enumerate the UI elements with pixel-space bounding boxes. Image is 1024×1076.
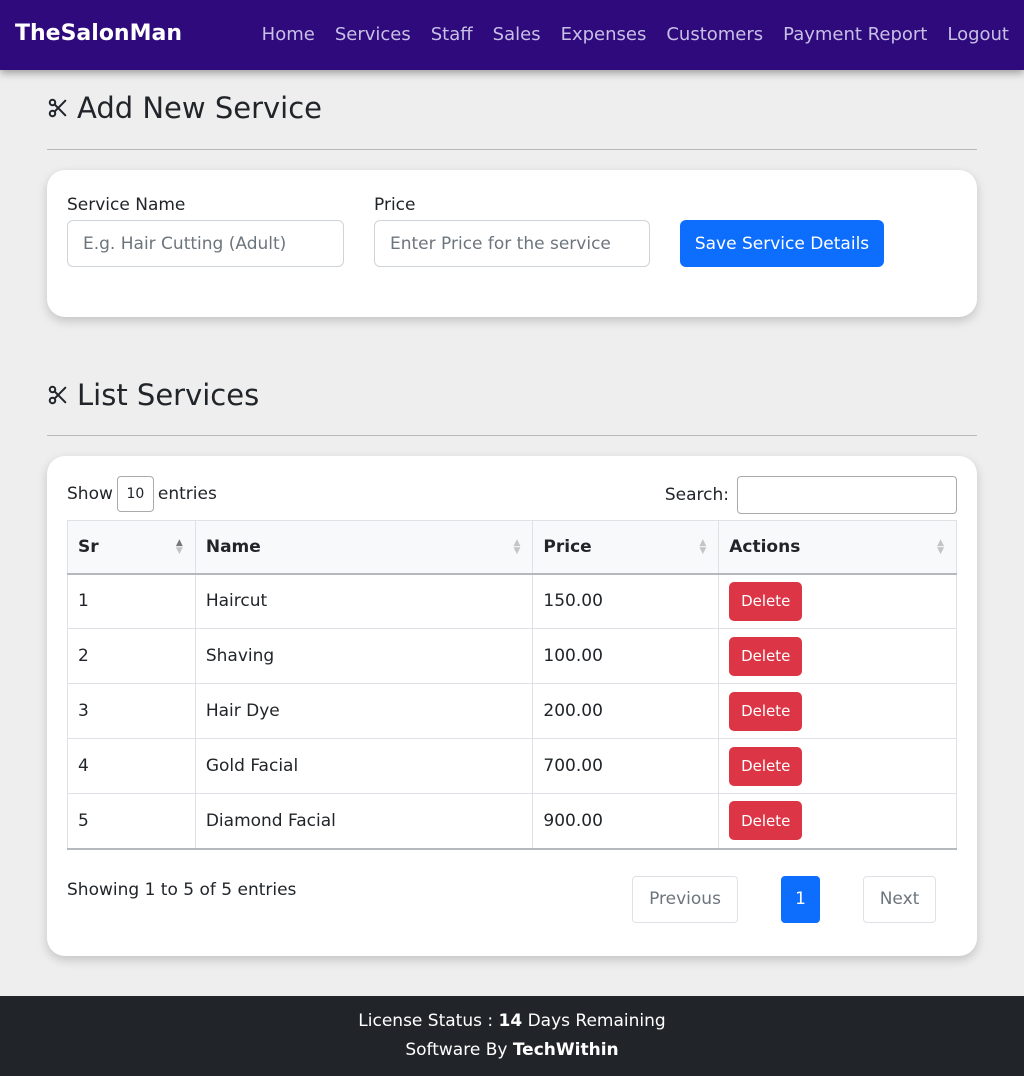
cell-price: 700.00 <box>532 738 720 794</box>
nav-services[interactable]: Services <box>335 22 411 48</box>
add-service-title-text: Add New Service <box>77 91 323 125</box>
show-label: Show <box>67 484 113 504</box>
price-input[interactable] <box>374 220 650 267</box>
cell-actions: Delete <box>718 628 957 684</box>
section-divider <box>47 149 977 150</box>
nav-staff[interactable]: Staff <box>431 22 473 48</box>
table-info: Showing 1 to 5 of 5 entries <box>67 880 297 900</box>
top-navbar: TheSalonMan Home Services Staff Sales Expens… <box>0 0 1024 70</box>
column-header-sr[interactable]: Sr ▲ ▼ <box>67 520 196 575</box>
cell-name: Shaving <box>194 628 534 684</box>
pagination-page-1[interactable]: 1 <box>781 876 820 923</box>
column-header-price[interactable]: Price ▲ ▼ <box>532 520 720 575</box>
cell-name: Gold Facial <box>194 738 534 794</box>
delete-button[interactable]: Delete <box>729 801 803 841</box>
table-row: 1 Haircut 150.00 Delete <box>67 573 957 629</box>
nav-home[interactable]: Home <box>262 22 315 48</box>
license-status: License Status : 14 Days Remaining <box>358 1011 666 1031</box>
pagination-next[interactable]: Next <box>863 876 936 923</box>
delete-button[interactable]: Delete <box>729 746 803 786</box>
nav-expenses[interactable]: Expenses <box>561 22 647 48</box>
column-header-actions[interactable]: Actions ▲ ▼ <box>718 520 957 575</box>
table-row: 5 Diamond Facial 900.00 Delete <box>67 793 957 850</box>
cell-sr: 4 <box>67 738 196 794</box>
cell-name: Diamond Facial <box>194 793 534 850</box>
scissors-icon <box>48 385 67 405</box>
table-row: 4 Gold Facial 700.00 Delete <box>67 738 957 794</box>
cell-price: 200.00 <box>532 683 720 739</box>
nav-sales[interactable]: Sales <box>493 22 541 48</box>
add-service-title: Add New Service <box>47 90 322 126</box>
services-table-body: 1 Haircut 150.00 Delete 2 Shaving 100.00 Delete… <box>67 573 957 850</box>
delete-button[interactable]: Delete <box>729 581 803 621</box>
add-service-card: Service Name Price Save Service Details <box>47 170 977 317</box>
delete-button[interactable]: Delete <box>729 691 803 731</box>
table-header-row: Sr ▲ ▼ Name ▲ ▼ Price ▲ ▼ Actions ▲ ▼ <box>67 520 957 575</box>
software-credit: Software By TechWithin <box>405 1040 619 1060</box>
footer: License Status : 14 Days Remaining Softw… <box>0 996 1024 1076</box>
save-service-button[interactable]: Save Service Details <box>680 220 884 267</box>
entries-select[interactable]: 10 <box>116 476 154 512</box>
search-input[interactable] <box>737 476 957 514</box>
list-services-title-text: List Services <box>77 378 260 412</box>
cell-price: 900.00 <box>532 793 720 850</box>
search-label: Search: <box>664 485 729 505</box>
delete-button[interactable]: Delete <box>729 636 803 676</box>
sort-icon: ▲ ▼ <box>175 538 183 556</box>
cell-sr: 2 <box>67 628 196 684</box>
services-table: Sr ▲ ▼ Name ▲ ▼ Price ▲ ▼ Actions ▲ ▼ 1 Hairc… <box>67 520 957 850</box>
sort-icon: ▲ ▼ <box>513 538 521 556</box>
cell-actions: Delete <box>718 573 957 629</box>
service-name-input[interactable] <box>67 220 344 267</box>
list-services-title: List Services <box>47 377 259 413</box>
entries-length-control: Show 10 entries <box>67 476 217 512</box>
services-table-card: Show 10 entries Search: Sr ▲▼ Name ▲▼ <box>47 456 977 956</box>
cell-price: 100.00 <box>532 628 720 684</box>
cell-name: Hair Dye <box>194 683 534 739</box>
scissors-icon <box>48 98 67 118</box>
service-name-label: Service Name <box>67 195 186 215</box>
company-name[interactable]: TechWithin <box>513 1040 619 1060</box>
table-search: Search: <box>665 476 957 514</box>
cell-actions: Delete <box>718 793 957 850</box>
cell-price: 150.00 <box>532 573 720 629</box>
license-days: 14 <box>498 1011 523 1031</box>
sort-icon: ▲ ▼ <box>937 538 944 556</box>
entries-label: entries <box>157 484 217 504</box>
cell-name: Haircut <box>194 573 534 629</box>
section-divider <box>47 435 977 436</box>
cell-actions: Delete <box>718 683 957 739</box>
table-row: 2 Shaving 100.00 Delete <box>67 628 957 684</box>
cell-sr: 1 <box>67 573 196 629</box>
nav-links: Home Services Staff Sales Expenses Customers P… <box>262 22 1009 48</box>
cell-sr: 3 <box>67 683 196 739</box>
nav-payment-report[interactable]: Payment Report <box>783 22 927 48</box>
pagination-previous[interactable]: Previous <box>632 876 738 923</box>
sort-icon: ▲ ▼ <box>699 538 707 556</box>
nav-customers[interactable]: Customers <box>666 22 763 48</box>
table-row: 3 Hair Dye 200.00 Delete <box>67 683 957 739</box>
cell-sr: 5 <box>67 793 196 850</box>
column-header-name[interactable]: Name ▲ ▼ <box>194 520 534 575</box>
nav-logout[interactable]: Logout <box>947 22 1009 48</box>
price-label: Price <box>374 195 416 215</box>
cell-actions: Delete <box>718 738 957 794</box>
brand-logo[interactable]: TheSalonMan <box>15 20 182 48</box>
